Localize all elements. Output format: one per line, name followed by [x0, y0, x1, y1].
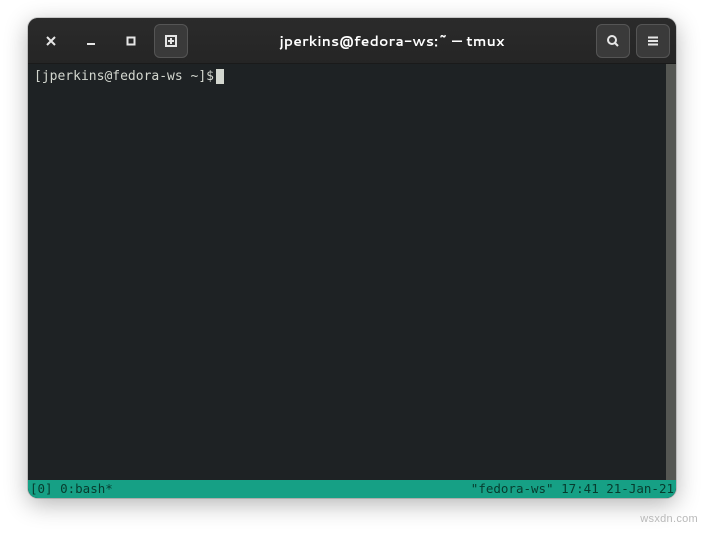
maximize-icon — [125, 35, 137, 47]
menu-button[interactable] — [636, 24, 670, 58]
new-tab-button[interactable] — [154, 24, 188, 58]
terminal-cursor — [216, 69, 224, 84]
minimize-icon — [85, 35, 97, 47]
close-button[interactable] — [34, 24, 68, 58]
shell-prompt: [jperkins@fedora-ws ~]$ — [34, 69, 214, 84]
terminal-scrollbar[interactable] — [666, 64, 676, 480]
search-button[interactable] — [596, 24, 630, 58]
window-title: jperkins@fedora-ws:~ — tmux — [194, 31, 590, 51]
search-icon — [606, 34, 620, 48]
tmux-status-bar: [0] 0:bash* "fedora-ws" 17:41 21-Jan-21 — [28, 480, 676, 498]
close-icon — [45, 35, 57, 47]
titlebar: jperkins@fedora-ws:~ — tmux — [28, 18, 676, 64]
tmux-status-left: [0] 0:bash* — [30, 480, 113, 498]
maximize-button[interactable] — [114, 24, 148, 58]
tmux-status-right: "fedora-ws" 17:41 21-Jan-21 — [471, 480, 674, 498]
terminal-content[interactable]: [jperkins@fedora-ws ~]$ — [28, 64, 676, 480]
minimize-button[interactable] — [74, 24, 108, 58]
watermark-text: wsxdn.com — [640, 513, 698, 525]
titlebar-left-controls — [34, 24, 188, 58]
titlebar-right-controls — [596, 24, 670, 58]
hamburger-icon — [646, 34, 660, 48]
terminal-window: jperkins@fedora-ws:~ — tmux [jperkins@fe… — [28, 18, 676, 498]
terminal-body[interactable]: [jperkins@fedora-ws ~]$ [0] 0:bash* "fed… — [28, 64, 676, 498]
new-tab-icon — [164, 34, 178, 48]
